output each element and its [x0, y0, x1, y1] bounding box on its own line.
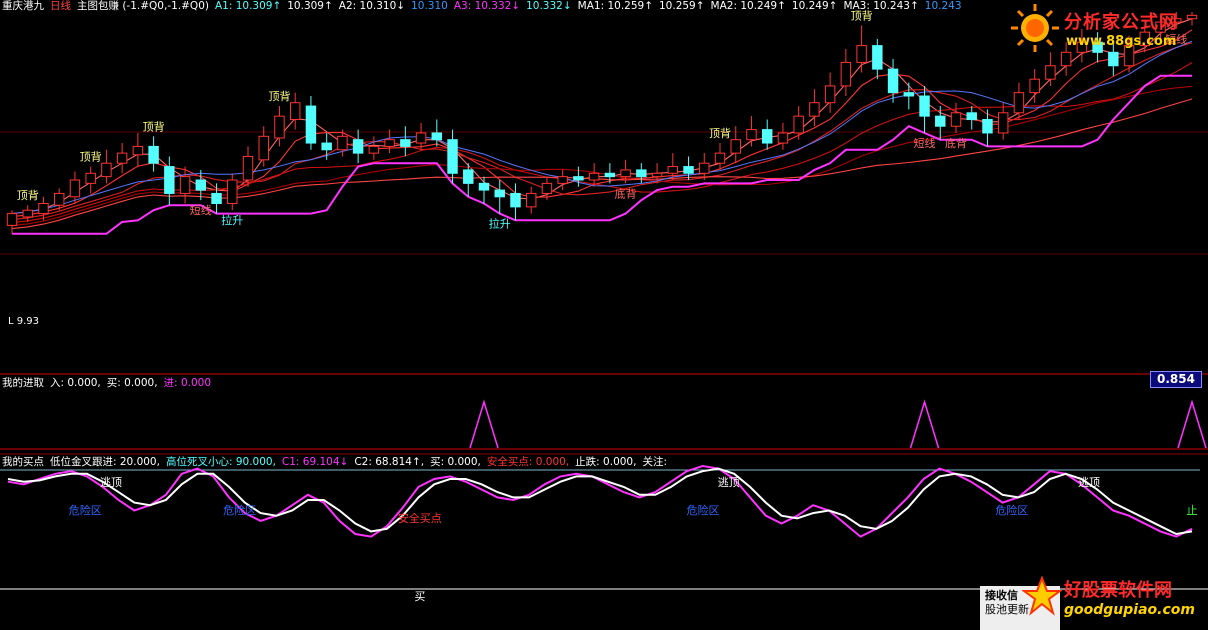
ma2-value: MA2: 10.249↑: [710, 0, 786, 12]
indicator-label: 危险区: [686, 503, 719, 517]
indicator-label: 危险区: [995, 503, 1028, 517]
signal-label: 底背: [945, 136, 967, 150]
panel3-header: 我的买点 低位金叉跟进: 20.000, 高位死叉小心: 90.000, C1: 69…: [2, 456, 673, 469]
signal-label: 拉升: [489, 217, 511, 231]
period-label[interactable]: 日线: [50, 0, 71, 12]
indicator-label: 止: [1187, 504, 1198, 517]
panel3-p1: 低位金叉跟进: 20.000,: [50, 456, 160, 468]
a1-value: A1: 10.309↑: [214, 0, 282, 12]
indicator-label: 安全买点: [398, 511, 442, 525]
watermark-top: 分析家公式网 www.88gs.com: [1008, 2, 1204, 54]
signal-label: 底背: [615, 186, 637, 200]
ma3-value: MA3: 10.243↑: [843, 0, 919, 12]
signal-label: 顶背: [709, 126, 731, 140]
star-logo-icon: [1022, 576, 1062, 616]
a1b-value: 10.309↑: [287, 0, 333, 12]
panel2-ru: 入: 0.000,: [50, 377, 101, 389]
indicator-label: 危险区: [223, 503, 256, 517]
indicator-name[interactable]: 主图包赚 (-1.#Q0,-1.#Q0): [77, 0, 209, 12]
ma3b-value: 10.243: [924, 0, 962, 12]
panel3-c1: C1: 69.104↓: [281, 456, 349, 468]
a3-value: A3: 10.332↓: [453, 0, 521, 12]
sun-logo-icon: [1011, 4, 1059, 52]
indicator-label: 逃顶: [100, 476, 122, 489]
panel3-stop: 止跌: 0.000,: [575, 456, 637, 468]
a2b-value: 10.310: [411, 0, 448, 12]
panel3-p2: 高位死叉小心: 90.000,: [165, 456, 276, 468]
panel3-title[interactable]: 我的买点: [2, 456, 44, 468]
watermark-bottom-name: 好股票软件网: [1064, 580, 1172, 601]
indicator-label: 买: [414, 590, 425, 603]
indicator-label: 逃顶: [718, 476, 740, 489]
panel2-title[interactable]: 我的进取: [2, 377, 44, 389]
indicator-label: 逃顶: [1078, 476, 1100, 489]
a3b-value: 10.332↓: [526, 0, 572, 12]
low-price-label: L 9.93: [8, 316, 39, 327]
panel3-buy: 买: 0.000,: [430, 456, 481, 468]
ma1-value: MA1: 10.259↑: [577, 0, 653, 12]
signal-label: 顶背: [17, 188, 39, 202]
signal-label: 顶背: [80, 150, 102, 164]
panel2-jin: 进: 0.000: [163, 377, 211, 389]
panel2-header: 我的进取 入: 0.000, 买: 0.000, 进: 0.000: [2, 377, 217, 390]
indicator-label: 危险区: [69, 503, 102, 517]
watermark-top-name: 分析家公式网: [1064, 12, 1178, 33]
main-header: 重庆港九 日线 主图包赚 (-1.#Q0,-1.#Q0) A1: 10.309↑ 10.…: [2, 0, 968, 13]
a2-value: A2: 10.310↓: [338, 0, 406, 12]
panel3-watch: 关注:: [642, 456, 667, 468]
signal-label: 顶背: [268, 89, 290, 103]
stock-name[interactable]: 重庆港九: [2, 0, 44, 12]
signal-label: 短线: [914, 136, 936, 150]
watermark-bottom: 接收信 股池更新 好股票软件网 goodgupiao.com: [980, 572, 1206, 630]
ma1b-value: 10.259↑: [659, 0, 705, 12]
panel3-safe: 安全买点: 0.000,: [486, 456, 570, 468]
stock-chart[interactable]: 顶背顶背顶背顶背短线拉升 拉升底背顶背顶背短线 底背短线 逃顶危险区 危险区安全买点买…: [0, 0, 1208, 630]
price-value-box: 0.854: [1150, 371, 1202, 388]
signal-label: 短线: [190, 203, 212, 217]
signal-label: 顶背: [143, 119, 165, 133]
signal-label: 拉升: [221, 213, 243, 227]
watermark-bottom-url: goodgupiao.com: [1064, 602, 1195, 618]
panel3-c2: C2: 68.814↑,: [354, 456, 425, 468]
panel2-mai: 买: 0.000,: [106, 377, 158, 389]
watermark-top-url: www.88gs.com: [1066, 34, 1177, 49]
ma2b-value: 10.249↑: [791, 0, 838, 12]
